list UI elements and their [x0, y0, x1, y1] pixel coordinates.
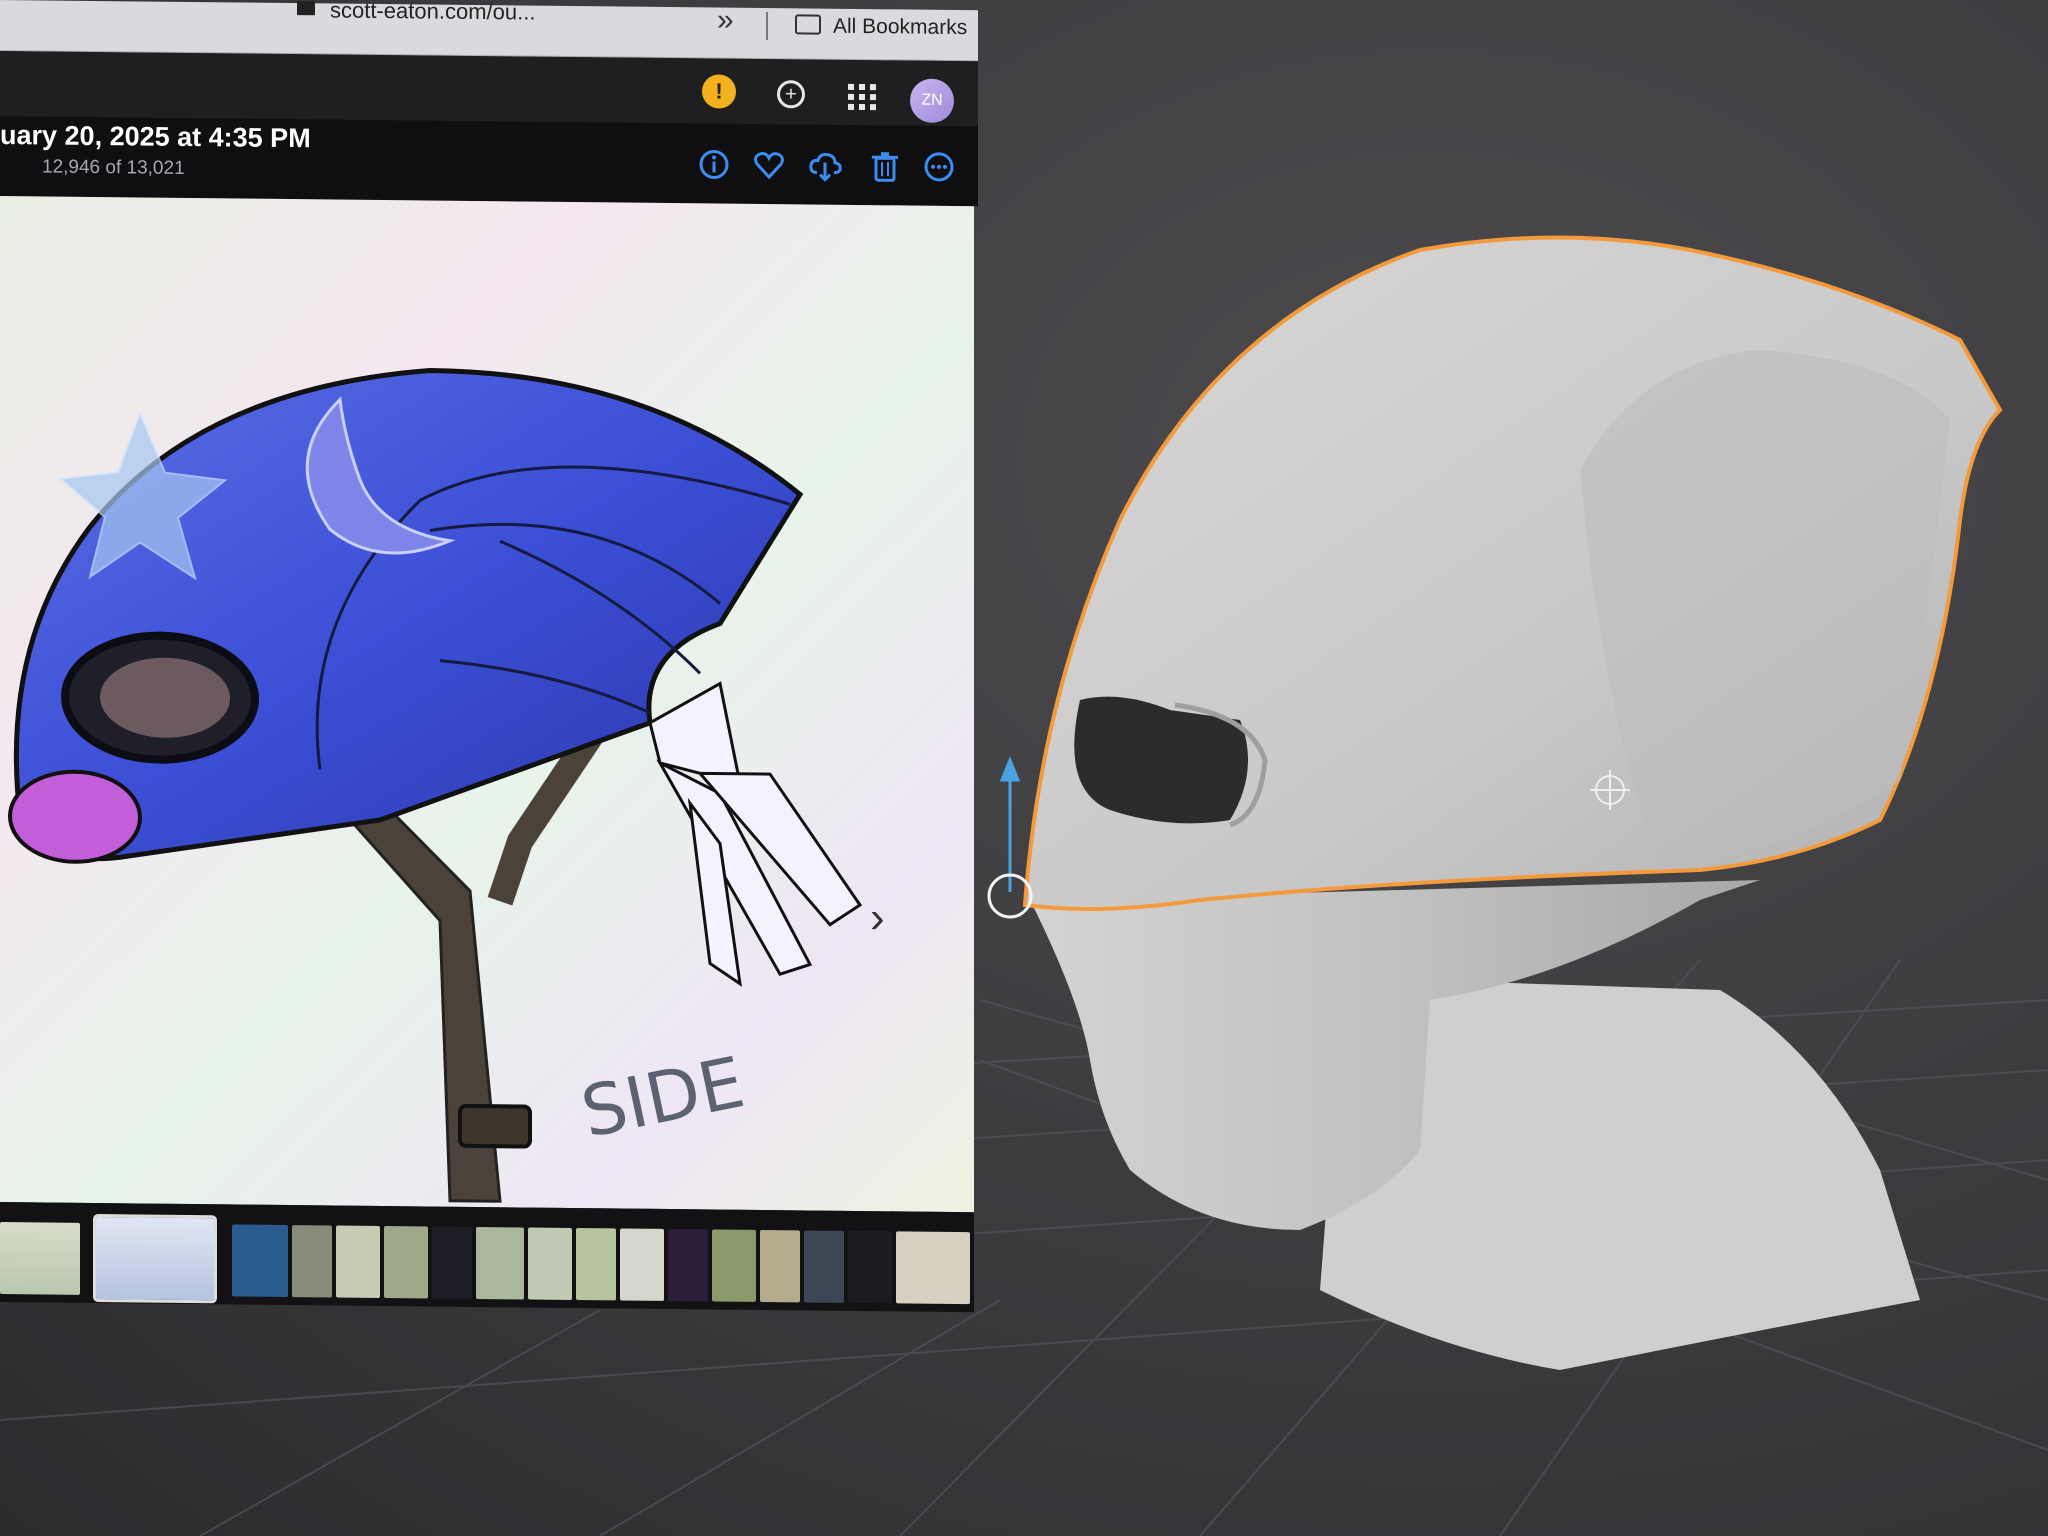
thumbnail[interactable] [336, 1225, 380, 1298]
warning-icon[interactable]: ! [702, 74, 736, 109]
photo-count: 12,946 of 13,021 [42, 156, 185, 179]
more-icon[interactable] [922, 150, 956, 184]
browser-window[interactable]: scott-eaton.com/ou... » All Bookmarks ! … [0, 0, 978, 1313]
photo-date: uary 20, 2025 at 4:35 PM [0, 120, 311, 154]
sketch-label: SIDE [574, 1041, 751, 1154]
next-photo-button[interactable]: › [870, 893, 885, 943]
thumbnail[interactable] [0, 1222, 80, 1295]
trash-icon[interactable] [868, 149, 902, 183]
thumbnail[interactable] [292, 1225, 332, 1298]
browser-toolbar: ! + ZN [0, 51, 978, 127]
thumbnail-strip[interactable] [0, 1202, 974, 1313]
helmet-sketch: SIDE [8, 368, 863, 1203]
divider [766, 12, 768, 41]
thumbnail[interactable] [528, 1227, 572, 1300]
download-cloud-icon[interactable] [808, 148, 842, 182]
all-bookmarks-link[interactable]: All Bookmarks [833, 15, 967, 40]
thumbnail[interactable] [384, 1226, 428, 1299]
thumbnail[interactable] [476, 1226, 524, 1300]
avatar[interactable]: ZN [910, 78, 954, 123]
folder-icon [795, 14, 821, 35]
add-circle-icon[interactable]: + [777, 80, 805, 109]
tab-title[interactable]: scott-eaton.com/ou... [330, 0, 535, 26]
thumbnail[interactable] [668, 1228, 708, 1302]
thumbnail[interactable] [620, 1228, 664, 1301]
thumbnail[interactable] [576, 1228, 616, 1301]
thumbnail[interactable] [804, 1230, 844, 1303]
thumbnail[interactable] [760, 1229, 800, 1303]
thumbnail-selected[interactable] [93, 1213, 217, 1304]
thumbnail[interactable] [432, 1226, 472, 1299]
photo-display[interactable]: SIDE › [0, 196, 974, 1213]
thumbnail[interactable] [848, 1230, 892, 1304]
thumbnail[interactable] [896, 1231, 970, 1305]
thumbnail[interactable] [712, 1229, 756, 1302]
transform-gizmo [999, 755, 1021, 892]
favicon-icon [297, 1, 315, 16]
info-icon[interactable] [697, 147, 731, 181]
apps-grid-icon[interactable] [846, 82, 880, 112]
thumbnail[interactable] [232, 1224, 288, 1298]
chevron-overflow-icon[interactable]: » [717, 4, 734, 38]
heart-icon[interactable] [752, 148, 786, 182]
photo-header: uary 20, 2025 at 4:35 PM 12,946 of 13,02… [0, 116, 978, 207]
